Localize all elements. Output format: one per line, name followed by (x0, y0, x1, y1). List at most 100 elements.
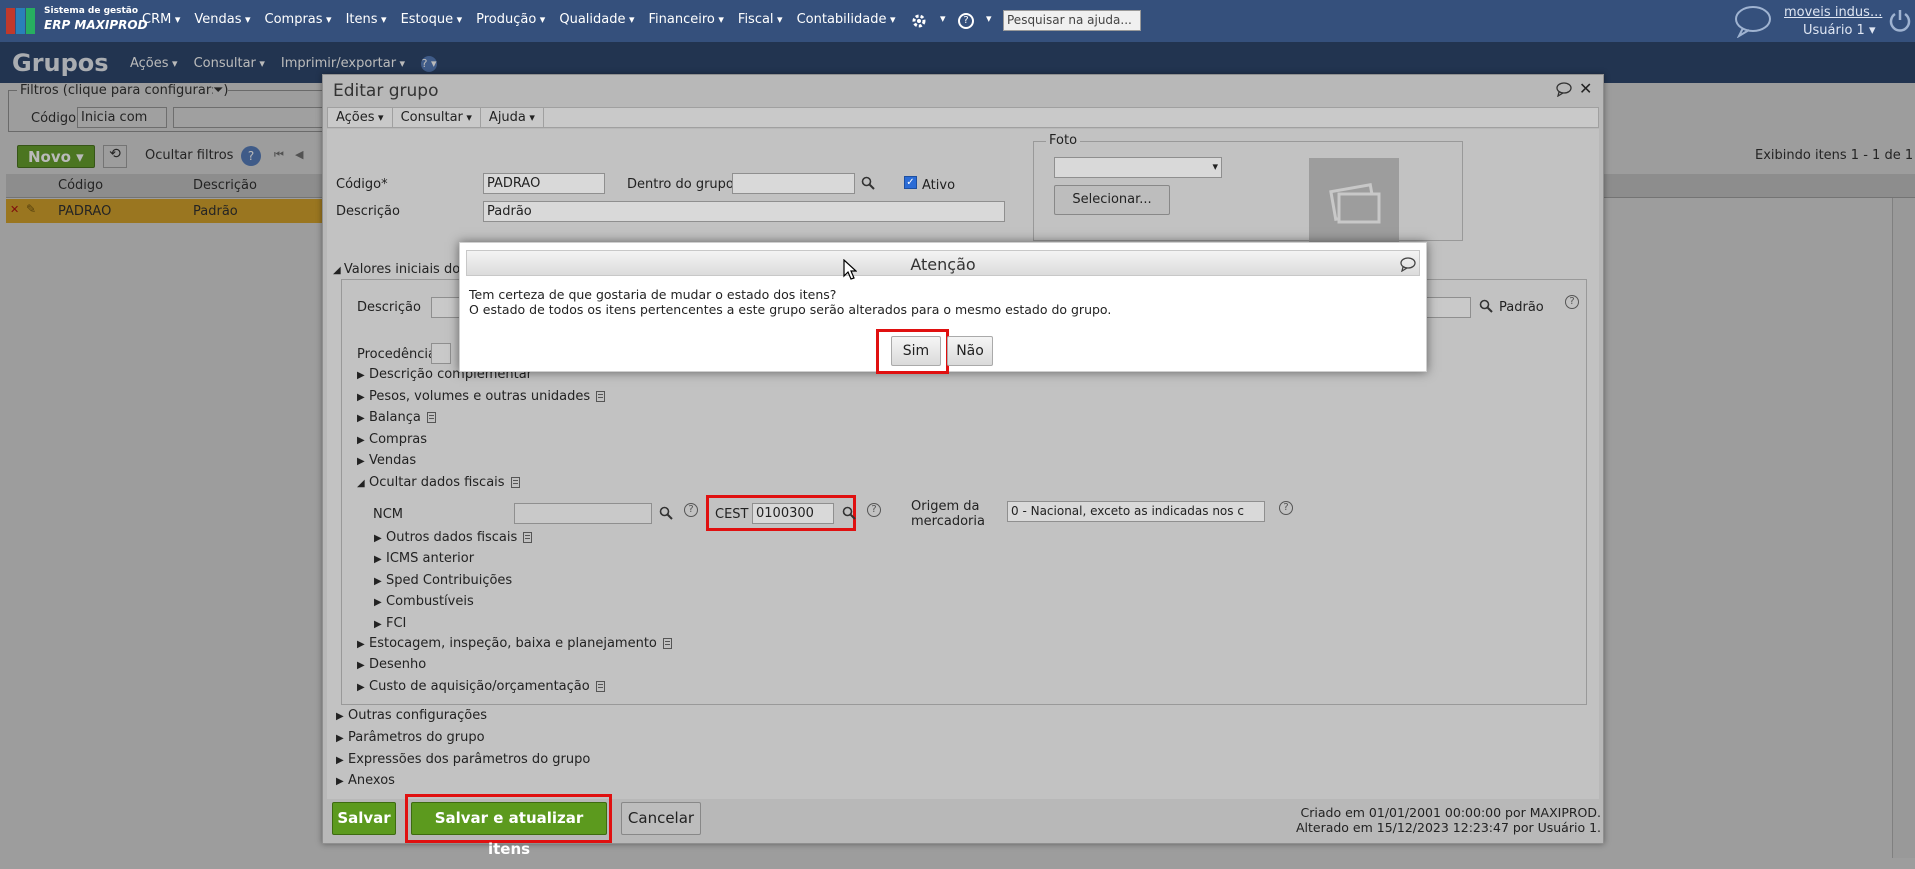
tree-item[interactable]: ▶ Pesos, volumes e outras unidades (357, 389, 606, 404)
menu-qualidade[interactable]: Qualidade (559, 12, 634, 27)
help-search-input[interactable]: Pesquisar na ajuda... (1003, 10, 1141, 31)
edit-actions-menu[interactable]: Ações (328, 108, 393, 127)
confirm-header: Atenção (466, 250, 1420, 276)
cest-help-icon[interactable]: ? (867, 503, 881, 517)
erp-logo-icon[interactable] (6, 8, 40, 34)
menu-crm[interactable]: CRM (142, 12, 180, 27)
expand-arrow-icon[interactable]: ▶ (374, 554, 386, 565)
description-label: Descrição (336, 204, 400, 219)
inner-search-icon[interactable] (1479, 299, 1493, 317)
origin-select[interactable]: 0 - Nacional, exceto as indicadas nos c (1007, 501, 1265, 522)
cest-search-icon[interactable] (842, 506, 856, 524)
expand-arrow-icon[interactable]: ▶ (374, 597, 386, 608)
logo-title: ERP MAXIPROD (44, 18, 148, 32)
tree-item[interactable]: ▶ Outros dados fiscais (374, 530, 533, 545)
save-button[interactable]: Salvar (332, 802, 396, 835)
tree-item-label: Vendas (369, 453, 417, 469)
cest-field[interactable]: 0100300 (752, 503, 834, 524)
menu-fiscal[interactable]: Fiscal (738, 12, 783, 27)
menu-itens[interactable]: Itens (346, 12, 387, 27)
document-icon[interactable] (596, 390, 606, 402)
document-icon[interactable] (510, 477, 520, 488)
gear-icon[interactable] (910, 12, 928, 30)
tree-item[interactable]: ▶ Compras (357, 432, 427, 447)
document-icon[interactable] (426, 412, 436, 424)
photo-select[interactable]: ▾ (1054, 157, 1222, 178)
tree-item-label: Expressões dos parâmetros do grupo (348, 751, 591, 767)
tree-item[interactable]: ▶ Parâmetros do grupo (336, 730, 485, 745)
search-icon[interactable] (861, 176, 875, 194)
ncm-search-icon[interactable] (659, 506, 673, 524)
expand-arrow-icon[interactable]: ◢ (357, 478, 369, 489)
no-button[interactable]: Não (947, 336, 993, 366)
tree-item[interactable]: ◢ Ocultar dados fiscais (357, 475, 520, 490)
menu-contabilidade[interactable]: Contabilidade (797, 12, 896, 27)
gear-menu-chevron-icon[interactable]: ▾ (940, 12, 946, 25)
comment-icon[interactable] (1555, 81, 1573, 101)
tree-item[interactable]: ▶ FCI (374, 616, 406, 631)
expand-arrow-icon[interactable]: ▶ (374, 533, 386, 544)
tree-item[interactable]: ▶ Custo de aquisição/orçamentação (357, 679, 605, 694)
menu-producao[interactable]: Produção (476, 12, 545, 27)
company-link[interactable]: moveis indus... (1784, 5, 1882, 20)
tree-item[interactable]: ▶ Combustíveis (374, 594, 474, 609)
tree-item-label: FCI (386, 615, 407, 631)
inside-group-field[interactable] (732, 173, 855, 194)
menu-compras[interactable]: Compras (265, 12, 332, 27)
document-icon[interactable] (662, 638, 672, 649)
confirm-title: Atenção (910, 255, 976, 274)
ncm-help-icon[interactable]: ? (684, 503, 698, 517)
close-icon[interactable]: ✕ (1579, 79, 1592, 98)
expand-arrow-icon[interactable]: ▶ (357, 370, 369, 381)
confirm-line-2: O estado de todos os itens pertencentes … (469, 302, 1112, 317)
photo-select-button[interactable]: Selecionar... (1054, 185, 1170, 215)
document-icon[interactable] (595, 680, 605, 692)
menu-financeiro[interactable]: Financeiro (649, 12, 724, 27)
menu-estoque[interactable]: Estoque (401, 12, 463, 27)
menu-vendas[interactable]: Vendas (194, 12, 250, 27)
expand-arrow-icon[interactable]: ▶ (336, 755, 348, 766)
expand-arrow-icon[interactable]: ▶ (336, 733, 348, 744)
expand-arrow-icon[interactable]: ▶ (336, 776, 348, 787)
initial-values-toggle[interactable]: ◢ Valores iniciais dos (333, 262, 467, 277)
help-menu-chevron-icon[interactable]: ▾ (986, 12, 992, 25)
ncm-field[interactable] (514, 503, 652, 524)
expand-arrow-icon[interactable]: ▶ (336, 711, 348, 722)
expand-arrow-icon[interactable]: ▶ (357, 639, 369, 650)
description-field[interactable]: Padrão (483, 201, 1005, 222)
expand-arrow-icon[interactable]: ▶ (357, 413, 369, 424)
tree-item[interactable]: ▶ Vendas (357, 453, 416, 468)
expand-arrow-icon[interactable]: ▶ (357, 660, 369, 671)
inner-help-icon[interactable]: ? (1565, 295, 1579, 309)
expand-arrow-icon[interactable]: ▶ (374, 576, 386, 587)
edit-query-menu[interactable]: Consultar (393, 108, 481, 127)
yes-button[interactable]: Sim (891, 336, 941, 366)
expand-arrow-icon[interactable]: ▶ (357, 456, 369, 467)
chat-icon[interactable] (1733, 4, 1773, 42)
tree-item[interactable]: ▶ Sped Contribuições (374, 573, 512, 588)
document-icon[interactable] (523, 532, 533, 543)
tree-item[interactable]: ▶ Anexos (336, 773, 395, 788)
expand-arrow-icon[interactable]: ▶ (357, 435, 369, 446)
power-icon[interactable] (1889, 8, 1911, 36)
tree-item[interactable]: ▶ Expressões dos parâmetros do grupo (336, 752, 590, 767)
tree-item[interactable]: ▶ Estocagem, inspeção, baixa e planejamen… (357, 636, 672, 651)
edit-help-menu[interactable]: Ajuda (481, 108, 544, 127)
procedence-select[interactable] (431, 343, 451, 364)
code-field[interactable]: PADRAO (483, 173, 605, 194)
expand-arrow-icon[interactable]: ▶ (357, 392, 369, 403)
save-and-update-items-button[interactable]: Salvar e atualizar itens (411, 802, 607, 858)
tree-item[interactable]: ▶ Desenho (357, 657, 426, 672)
altered-info: Alterado em 15/12/2023 12:23:47 por Usuá… (1295, 820, 1601, 835)
expand-arrow-icon[interactable]: ▶ (374, 619, 386, 630)
tree-item[interactable]: ▶ ICMS anterior (374, 551, 474, 566)
tree-item[interactable]: ▶ Balança (357, 410, 436, 425)
origin-help-icon[interactable]: ? (1279, 501, 1293, 515)
user-menu[interactable]: Usuário 1 ▾ (1803, 23, 1875, 38)
tree-item[interactable]: ▶ Outras configurações (336, 708, 487, 723)
expand-arrow-icon[interactable]: ▶ (357, 682, 369, 693)
active-checkbox[interactable]: ✓ (904, 176, 917, 189)
confirm-comment-icon[interactable] (1399, 256, 1417, 276)
help-icon[interactable]: ? (958, 13, 974, 29)
cancel-button[interactable]: Cancelar (621, 802, 701, 835)
